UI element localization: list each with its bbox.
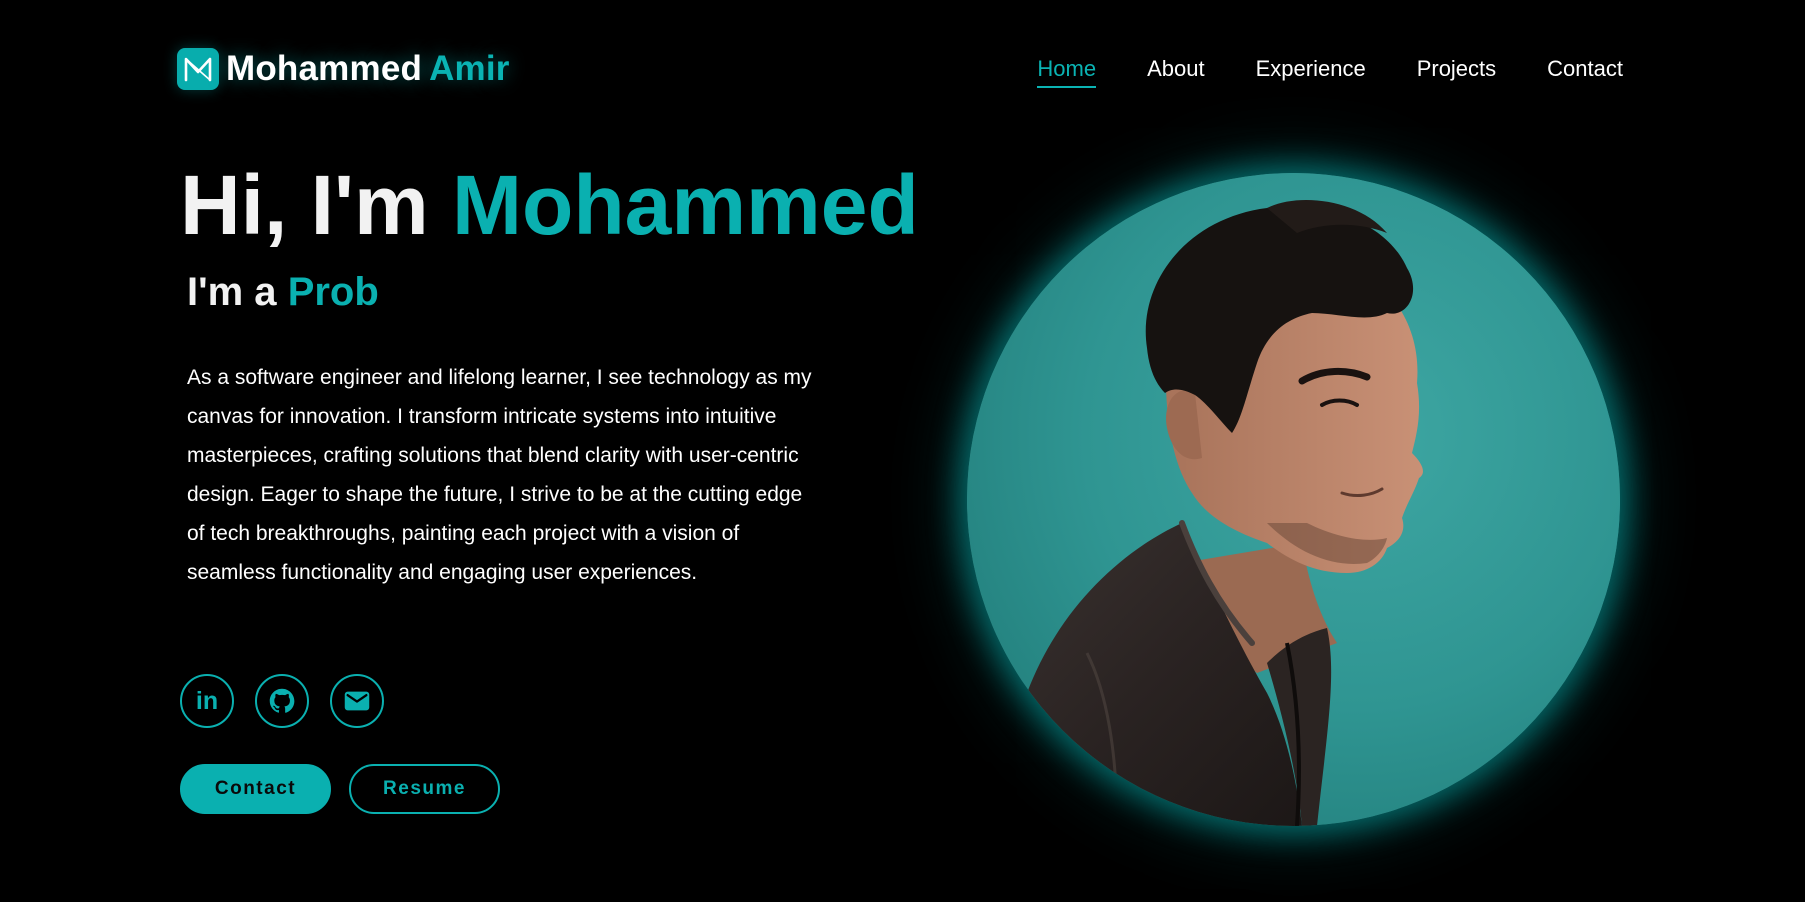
contact-button[interactable]: Contact [180,764,331,814]
profile-photo [967,173,1620,826]
role-line: I'm a Prob [187,272,379,312]
page: Mohammed Amir Home About Experience Proje… [0,0,1805,902]
bio-paragraph: As a software engineer and lifelong lear… [187,366,812,584]
github-icon [269,688,295,713]
hero-name: Mohammed [452,158,919,252]
nav-about[interactable]: About [1147,56,1205,88]
role-prefix: I'm a [187,270,277,314]
resume-button[interactable]: Resume [349,764,500,814]
nav-contact[interactable]: Contact [1547,56,1623,88]
hero-actions: Contact Resume [180,764,500,814]
brand-first-name: Mohammed [226,49,423,88]
linkedin-button[interactable]: in [180,674,234,728]
mail-button[interactable] [330,674,384,728]
mail-icon [344,691,370,711]
brand-logo[interactable]: Mohammed Amir [177,48,510,90]
social-links: in [180,674,384,728]
main-nav: Home About Experience Projects Contact [1037,56,1623,88]
nav-home[interactable]: Home [1037,56,1097,88]
brand-name: Mohammed Amir [226,49,510,89]
linkedin-icon: in [195,686,219,715]
nav-experience[interactable]: Experience [1256,56,1366,88]
github-button[interactable] [255,674,309,728]
m-logo-icon [177,48,219,90]
role-typed-text: Prob [287,270,379,314]
profile-illustration [967,173,1620,826]
hero-greeting: Hi, I'm [180,158,429,252]
hero-title: Hi, I'm Mohammed [180,163,919,247]
nav-projects[interactable]: Projects [1417,56,1496,88]
brand-last-name: Amir [429,49,510,88]
